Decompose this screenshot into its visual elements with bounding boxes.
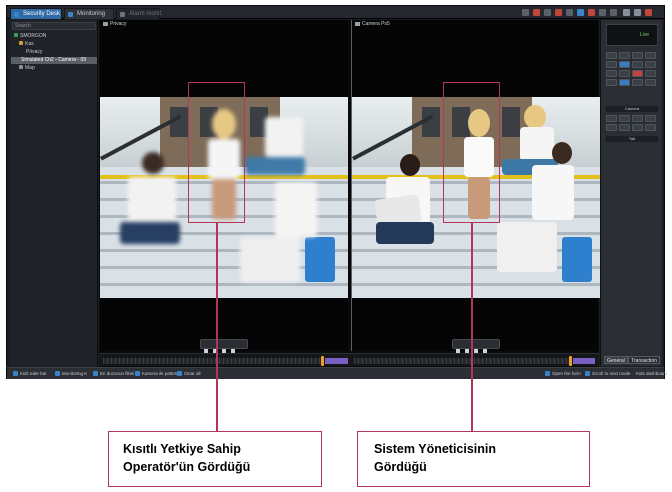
callout-line-1: Sistem Yöneticisinin (374, 442, 497, 456)
callout-line-1: Kısıtlı Yetkiye Sahip (123, 442, 241, 456)
control-button[interactable] (606, 79, 617, 86)
status-item[interactable]: Kids dashboard (629, 370, 667, 377)
control-button[interactable] (619, 61, 630, 68)
callout-line-right (471, 223, 473, 431)
control-button[interactable] (632, 79, 643, 86)
callout-administrator: Sistem Yöneticisinin Gördüğü (357, 431, 590, 487)
callout-line-2: Operatör'ün Gördüğü (123, 460, 251, 474)
highlight-box-restricted (188, 82, 245, 223)
tab-section-label: Tab (606, 136, 658, 142)
security-desk-icon (14, 12, 19, 17)
control-button[interactable] (645, 124, 656, 131)
control-button[interactable] (619, 52, 630, 59)
control-button[interactable] (606, 61, 617, 68)
control-button[interactable] (645, 115, 656, 122)
status-item[interactable]: Kidz eder bar (13, 370, 47, 377)
lock-icon[interactable] (566, 9, 573, 16)
control-button[interactable] (632, 115, 643, 122)
status-icon (13, 371, 18, 376)
security-desk-window: Security Desk Monitoring Alarm monit. Se… (6, 5, 667, 379)
control-button[interactable] (619, 70, 630, 77)
user-icon[interactable] (544, 9, 551, 16)
camera-section-label: Camera (606, 106, 658, 112)
control-button[interactable] (606, 115, 617, 122)
controls-panel: Live Camera Tab General Transaction (600, 20, 662, 366)
monitoring-icon (68, 12, 73, 17)
camera-icon (355, 22, 360, 26)
control-button[interactable] (632, 61, 643, 68)
help-icon[interactable] (610, 9, 617, 16)
panel-tabs: General Transaction (604, 356, 662, 364)
record-button[interactable] (632, 70, 643, 77)
control-button[interactable] (619, 79, 630, 86)
status-icon (177, 371, 182, 376)
notification-icon[interactable] (522, 9, 529, 16)
status-item[interactable]: Open the form (545, 370, 581, 377)
tab-security-desk[interactable]: Security Desk (10, 8, 62, 19)
tile-title: Camera Ps5 (354, 21, 390, 28)
control-button[interactable] (645, 61, 656, 68)
status-bar: Kidz eder bar Monitoring K En duzunun fi… (7, 367, 667, 379)
control-button[interactable] (606, 124, 617, 131)
control-button[interactable] (645, 79, 656, 86)
map-icon (19, 65, 23, 69)
camera-controls (606, 115, 658, 131)
tab-general[interactable]: General (604, 356, 628, 364)
timeline-cursor[interactable] (569, 356, 572, 366)
playback-controls[interactable] (200, 339, 248, 353)
tab-transaction[interactable]: Transaction (628, 356, 660, 364)
control-button[interactable] (645, 70, 656, 77)
tab-alarm-monitoring[interactable]: Alarm monit. (116, 8, 163, 19)
control-button[interactable] (606, 52, 617, 59)
tree-item[interactable]: Map (19, 65, 35, 72)
status-item[interactable]: Kamera ile pattern (135, 370, 179, 377)
system-icon[interactable] (577, 9, 584, 16)
status-icon (585, 371, 590, 376)
control-button[interactable] (606, 70, 617, 77)
control-button[interactable] (619, 124, 630, 131)
status-icon (93, 371, 98, 376)
status-icon (55, 371, 60, 376)
close-icon[interactable] (645, 9, 652, 16)
site-icon (14, 33, 18, 37)
tree-item[interactable]: Kas (19, 41, 34, 48)
alarm-tray-icon[interactable] (533, 9, 540, 16)
status-item[interactable]: Clear all (177, 370, 201, 377)
timeline[interactable] (99, 353, 599, 366)
control-button[interactable] (645, 52, 656, 59)
highlight-box-admin (443, 82, 500, 223)
playback-controls[interactable] (452, 339, 500, 353)
status-icon (135, 371, 140, 376)
live-indicator: Live (606, 24, 658, 46)
tree-item-selected[interactable]: Simulated Ch2 - Camera - 09 (11, 57, 97, 64)
status-item[interactable]: Scroll to next mode (585, 370, 631, 377)
tree-item[interactable]: Privacy (26, 49, 42, 56)
area-view-panel: Search SMORGON Kas Privacy Simulated Ch2… (10, 20, 98, 366)
callout-line-2: Gördüğü (374, 460, 427, 474)
control-button[interactable] (632, 52, 643, 59)
tab-monitoring[interactable]: Monitoring (64, 8, 114, 19)
area-icon (19, 41, 23, 45)
search-input[interactable]: Search (12, 22, 96, 30)
tree-item[interactable]: SMORGON (14, 33, 46, 40)
control-button[interactable] (632, 124, 643, 131)
tab-bar: Security Desk Monitoring Alarm monit. (7, 6, 664, 19)
alarm-icon (120, 12, 125, 17)
status-item[interactable]: En duzunun fikini (93, 370, 134, 377)
status-icon (545, 371, 550, 376)
minimize-icon[interactable] (623, 9, 630, 16)
timeline-cursor[interactable] (321, 356, 324, 366)
control-button[interactable] (619, 115, 630, 122)
status-item[interactable]: Monitoring K (55, 370, 87, 377)
callout-line-left (216, 223, 218, 431)
callout-restricted-operator: Kısıtlı Yetkiye Sahip Operatör'ün Gördüğ… (108, 431, 322, 487)
maximize-icon[interactable] (634, 9, 641, 16)
settings-icon[interactable] (599, 9, 606, 16)
video-canvas: Privacy Camera Ps5 (99, 20, 600, 367)
tile-title: Privacy (102, 21, 126, 28)
warning-icon[interactable] (555, 9, 562, 16)
health-icon[interactable] (588, 9, 595, 16)
ptz-controls (606, 52, 658, 86)
camera-icon (103, 22, 108, 26)
